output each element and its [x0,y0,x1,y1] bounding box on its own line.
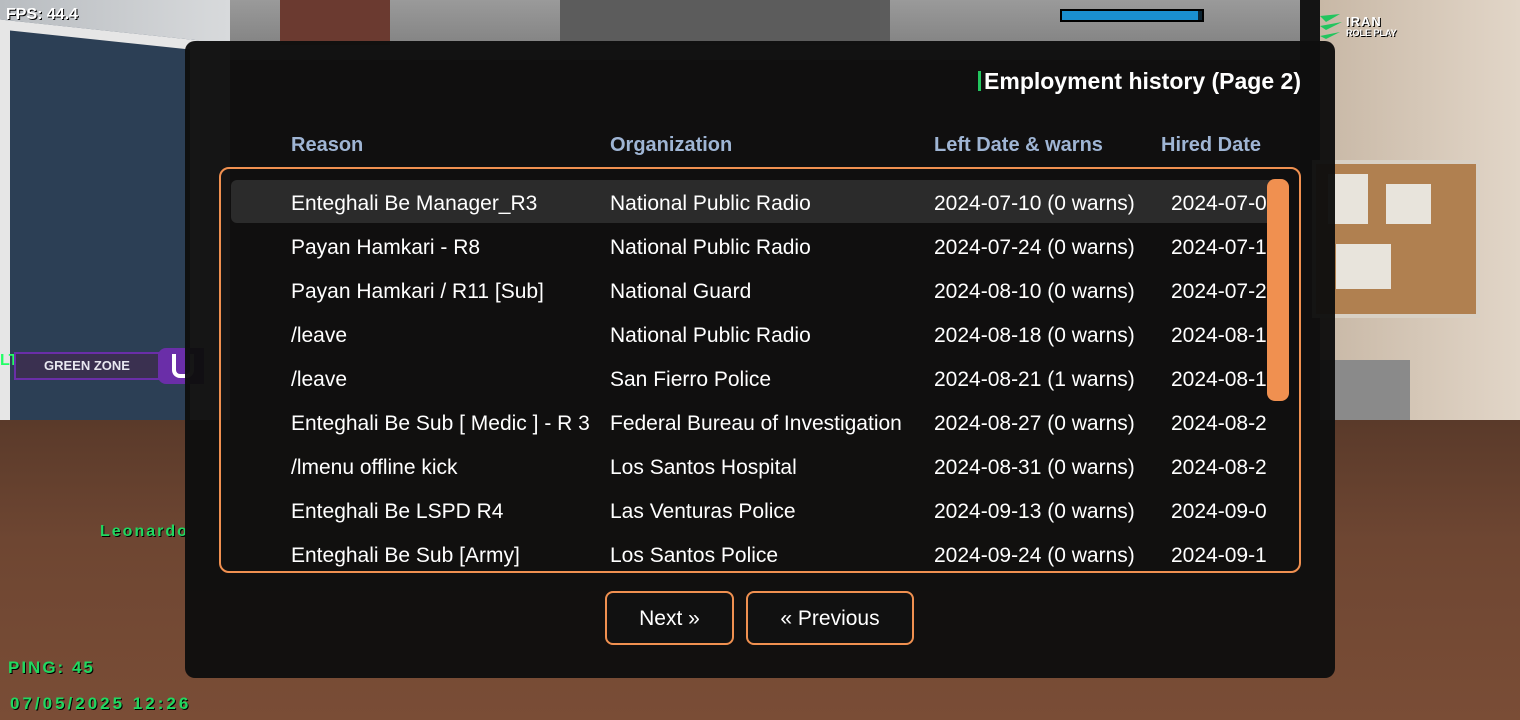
table-row[interactable]: Payan Hamkari / R11 [Sub] National Guard 2… [221,257,1299,303]
server-logo: IRAN ROLE PLAY [1318,12,1428,42]
health-bar [1060,9,1204,22]
date-time-display: 07/05/2025 12:26 [10,694,192,713]
health-bar-fill [1062,11,1198,20]
column-header-organization: Organization [610,134,733,156]
table-row[interactable]: Enteghali Be Manager_R3 National Public R… [221,169,1299,223]
history-list[interactable]: Enteghali Be Manager_R3 National Public R… [219,167,1301,573]
previous-page-button[interactable]: « Previous [746,591,914,645]
scrollbar-thumb[interactable] [1267,179,1289,401]
dialog-title: Employment history (Page 2) [984,68,1301,94]
fps-counter: FPS: 44.4 [6,6,79,23]
table-row[interactable]: Enteghali Be LSPD R4 Las Venturas Police 2… [221,477,1299,523]
cell-organization: Los Santos Police [610,544,779,567]
cell-hired-date: 2024-09-1 [1171,544,1266,567]
employment-history-dialog: Employment history (Page 2) Reason Organ… [185,41,1335,678]
ping-display: PING: 45 [8,658,95,677]
logo-text-bottom: ROLE PLAY [1346,28,1397,38]
scrollbar[interactable] [1267,179,1289,563]
next-page-button[interactable]: Next » [605,591,734,645]
title-accent-bar [978,71,981,91]
table-row[interactable]: Enteghali Be Sub [Army] Los Santos Police… [221,521,1299,567]
ceiling-beam [560,0,890,45]
table-row[interactable]: Enteghali Be Sub [ Medic ] - R 3 Federal … [221,389,1299,435]
logo-mark-icon [1320,14,1342,39]
table-row[interactable]: /lmenu offline kick Los Santos Hospital 20… [221,433,1299,479]
history-rows: Enteghali Be Manager_R3 National Public R… [221,169,1299,567]
table-row[interactable]: Payan Hamkari - R8 National Public Radio 2… [221,213,1299,259]
column-header-hired-date: Hired Date [1161,134,1262,156]
green-zone-badge: GREEN ZONE [14,352,160,380]
cell-reason: Enteghali Be Sub [Army] [291,544,520,567]
player-nametag: Leonardo [100,523,189,540]
column-header-left-date: Left Date & warns [934,134,1103,156]
cork-board [1312,160,1480,318]
table-row[interactable]: /leave National Public Radio 2024-08-18 (0… [221,301,1299,347]
cell-left-date: 2024-09-24 (0 warns) [934,544,1135,567]
table-row[interactable]: /leave San Fierro Police 2024-08-21 (1 war… [221,345,1299,391]
brick-pillar [280,0,390,45]
logo-text-top: IRAN [1346,14,1382,29]
column-header-reason: Reason [291,134,364,156]
